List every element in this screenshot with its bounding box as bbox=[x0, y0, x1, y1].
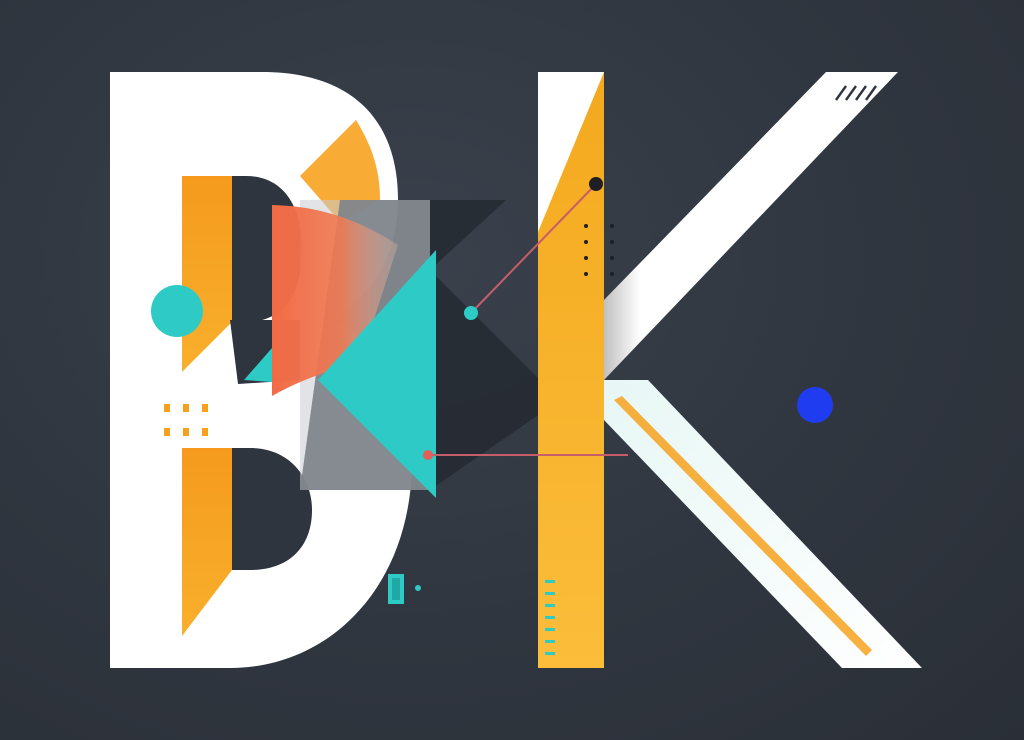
letter-k bbox=[538, 72, 922, 668]
teal-circle bbox=[151, 285, 203, 337]
letter-k-upper-arm-shadow bbox=[604, 264, 640, 380]
teal-small-block-shadow bbox=[392, 578, 400, 600]
connector-node-teal bbox=[464, 306, 478, 320]
connector-node-black bbox=[589, 177, 603, 191]
bk-monogram-artwork bbox=[110, 72, 922, 668]
connector-node-coral bbox=[423, 450, 433, 460]
letter-k-lower-leg-edge bbox=[614, 396, 872, 656]
artwork-canvas bbox=[0, 0, 1024, 740]
letter-k-upper-arm bbox=[604, 72, 898, 380]
blue-circle bbox=[797, 387, 833, 423]
letter-k-lower-leg bbox=[604, 380, 922, 668]
teal-small-dot bbox=[415, 585, 421, 591]
